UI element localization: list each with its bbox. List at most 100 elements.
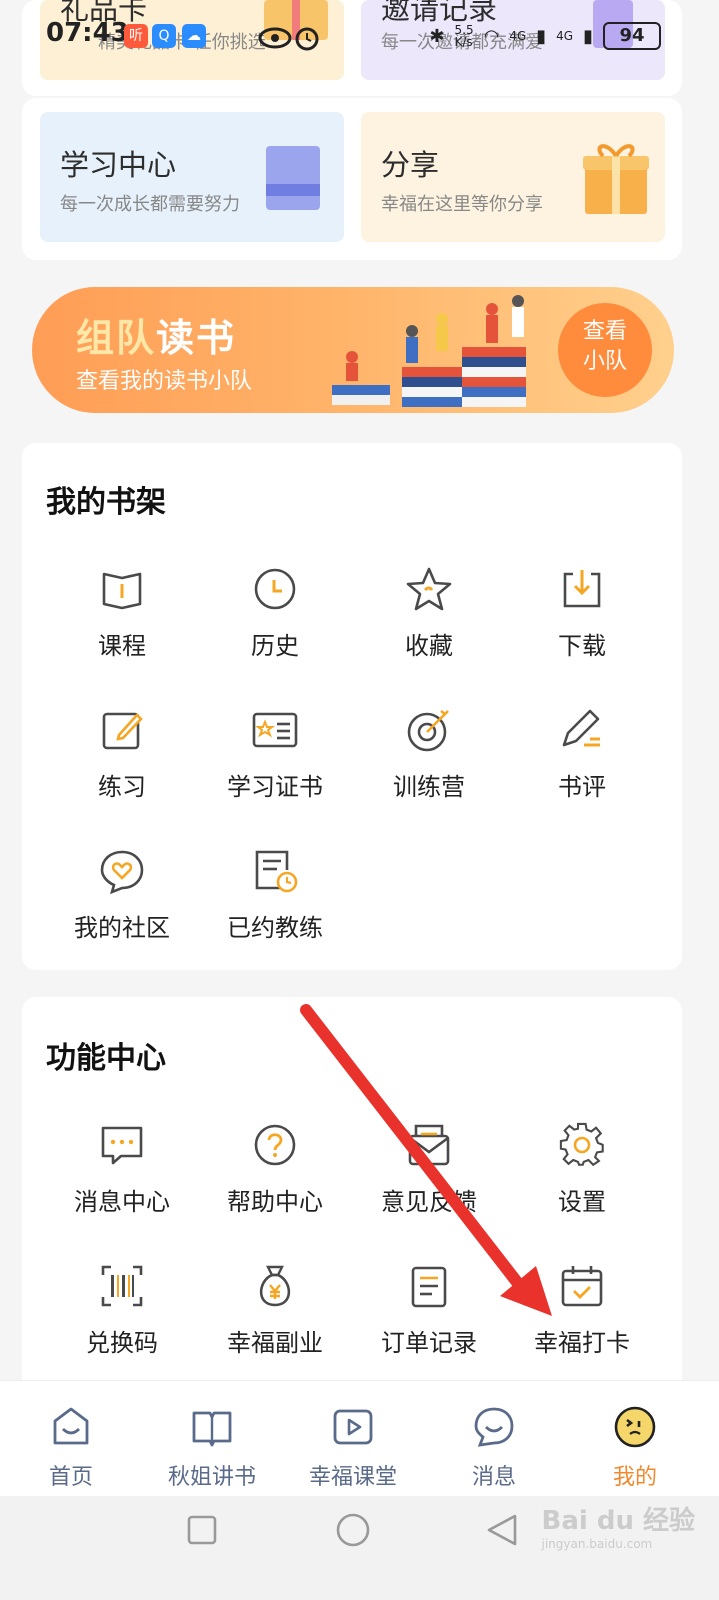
- bluetooth-icon: ✱: [429, 25, 445, 47]
- function-label-help-center: 帮助中心: [227, 1188, 323, 1216]
- bookshelf-item-certificates[interactable]: 学习证书: [200, 707, 350, 802]
- banner-title-part2: 读书: [156, 316, 237, 360]
- battery-indicator: 94: [603, 22, 661, 50]
- status-bar: 07:43 听 Q ☁ ✱ 5.5 K/s ◠ 4G ▮ 4G ▮ 94: [0, 0, 719, 76]
- bookshelf-item-practice[interactable]: 练习: [47, 707, 197, 802]
- function-item-order-records[interactable]: 订单记录: [354, 1263, 504, 1358]
- team-climbing-illustration: [332, 295, 526, 407]
- function-label-message-center: 消息中心: [74, 1188, 170, 1216]
- calendar-check-icon: [561, 1266, 603, 1307]
- learning-center-title: 学习中心: [60, 148, 177, 182]
- function-label-feedback: 意见反馈: [381, 1188, 477, 1216]
- download-icon: [563, 570, 601, 608]
- pen-icon: [562, 709, 600, 747]
- bookshelf-label-certificates: 学习证书: [227, 773, 323, 801]
- target-icon: [407, 709, 449, 752]
- bookshelf-title: 我的书架: [46, 485, 166, 520]
- signal-icon-1: ▮: [536, 25, 547, 47]
- status-time: 07:43: [46, 18, 129, 48]
- nav-messages-label: 消息: [471, 1465, 516, 1490]
- bookshelf-label-courses: 课程: [98, 632, 146, 660]
- watermark-url: jingyan.baidu.com: [541, 1537, 653, 1551]
- bookshelf-item-book-reviews[interactable]: 书评: [507, 707, 657, 802]
- book-open-icon: [102, 572, 142, 610]
- function-label-settings: 设置: [558, 1188, 606, 1216]
- function-item-settings[interactable]: 设置: [507, 1122, 657, 1217]
- notification-search-icon: Q: [152, 24, 176, 48]
- function-label-redeem-code: 兑换码: [86, 1329, 158, 1357]
- bottom-navigation: 首页 秋姐讲书 幸福课堂 消息 我的: [0, 1380, 719, 1496]
- barcode-icon: [101, 1265, 143, 1307]
- function-label-order-records: 订单记录: [381, 1329, 477, 1357]
- recent-apps-button[interactable]: [186, 1514, 218, 1546]
- certificate-icon: [252, 712, 298, 748]
- bookshelf-item-training-camp[interactable]: 训练营: [354, 707, 504, 802]
- bookshelf-item-courses[interactable]: 课程: [47, 566, 197, 661]
- nav-qiujie-books[interactable]: 秋姐讲书: [147, 1405, 277, 1491]
- signal-icon-2: ▮: [583, 25, 593, 47]
- book-icon: [192, 1411, 232, 1447]
- bookshelf-label-history: 历史: [251, 632, 299, 660]
- nav-messages[interactable]: 消息: [429, 1405, 559, 1491]
- learning-center-entry[interactable]: 学习中心 每一次成长都需要努力: [40, 112, 344, 242]
- bookshelf-label-favorites: 收藏: [405, 632, 453, 660]
- function-item-help-center[interactable]: 帮助中心: [200, 1122, 350, 1217]
- view-team-button[interactable]: 查看 小队: [558, 303, 652, 397]
- learning-center-subtitle: 每一次成长都需要努力: [60, 194, 240, 215]
- share-subtitle: 幸福在这里等你分享: [381, 194, 543, 215]
- net-4g-1: 4G: [509, 29, 527, 43]
- watermark-text: Bai du 经验: [541, 1506, 696, 1536]
- view-team-button-line2: 小队: [582, 349, 627, 374]
- function-label-side-business: 幸福副业: [227, 1329, 323, 1357]
- nav-home[interactable]: 首页: [6, 1405, 136, 1491]
- home-button[interactable]: [335, 1512, 371, 1548]
- message-smile-icon: [474, 1407, 514, 1447]
- nav-profile[interactable]: 我的: [570, 1405, 700, 1491]
- bookshelf-item-history[interactable]: 历史: [200, 566, 350, 661]
- nav-home-label: 首页: [48, 1465, 93, 1490]
- function-item-side-business[interactable]: 幸福副业: [200, 1263, 350, 1358]
- bookshelf-label-my-community: 我的社区: [74, 914, 170, 942]
- video-play-icon: [333, 1409, 373, 1445]
- back-button[interactable]: [485, 1512, 519, 1548]
- gear-icon: [559, 1122, 604, 1167]
- baidu-jingyan-watermark: Bai du 经验 jingyan.baidu.com: [542, 1500, 696, 1551]
- bookshelf-item-downloads[interactable]: 下载: [507, 566, 657, 661]
- bookshelf-item-my-community[interactable]: 我的社区: [47, 848, 197, 943]
- home-smile-icon: [53, 1407, 89, 1445]
- nav-profile-label: 我的: [612, 1465, 657, 1490]
- share-title: 分享: [381, 148, 440, 182]
- notification-listen-icon: 听: [124, 24, 148, 48]
- banner-subtitle: 查看我的读书小队: [76, 369, 253, 394]
- heart-bubble-icon: [100, 850, 144, 894]
- nav-happiness-classroom-label: 幸福课堂: [308, 1465, 397, 1490]
- function-item-happiness-checkin[interactable]: 幸福打卡: [507, 1263, 657, 1358]
- nav-qiujie-books-label: 秋姐讲书: [167, 1465, 256, 1490]
- notebook-icon: [266, 146, 320, 210]
- banner-title: 组队读书: [76, 307, 236, 362]
- bookshelf-item-booked-coach[interactable]: 已约教练: [200, 848, 350, 943]
- function-item-message-center[interactable]: 消息中心: [47, 1122, 197, 1217]
- money-bag-icon: [259, 1265, 291, 1307]
- team-reading-banner[interactable]: 组队读书 查看我的读书小队 查看 小队: [32, 287, 674, 413]
- envelope-icon: [408, 1124, 450, 1166]
- wifi-icon: ◠: [483, 25, 500, 47]
- edit-square-icon: [102, 712, 143, 750]
- net-4g-2: 4G: [556, 29, 574, 43]
- gift-box-orange-icon: [583, 144, 649, 214]
- function-item-redeem-code[interactable]: 兑换码: [47, 1263, 197, 1358]
- bookshelf-label-book-reviews: 书评: [558, 773, 606, 801]
- function-item-feedback[interactable]: 意见反馈: [354, 1122, 504, 1217]
- share-entry[interactable]: 分享 幸福在这里等你分享: [361, 112, 665, 242]
- bookshelf-label-downloads: 下载: [558, 632, 606, 660]
- notification-cloud-icon: ☁: [182, 24, 206, 48]
- alarm-icon: [295, 27, 319, 51]
- document-clock-icon: [255, 850, 298, 893]
- bookshelf-label-training-camp: 训练营: [393, 773, 465, 801]
- function-label-happiness-checkin: 幸福打卡: [534, 1329, 630, 1357]
- bookshelf-item-favorites[interactable]: 收藏: [354, 566, 504, 661]
- banner-title-part1: 组队: [76, 316, 157, 360]
- chat-dots-icon: [101, 1126, 143, 1165]
- function-center-title: 功能中心: [46, 1041, 166, 1076]
- nav-happiness-classroom[interactable]: 幸福课堂: [288, 1405, 418, 1491]
